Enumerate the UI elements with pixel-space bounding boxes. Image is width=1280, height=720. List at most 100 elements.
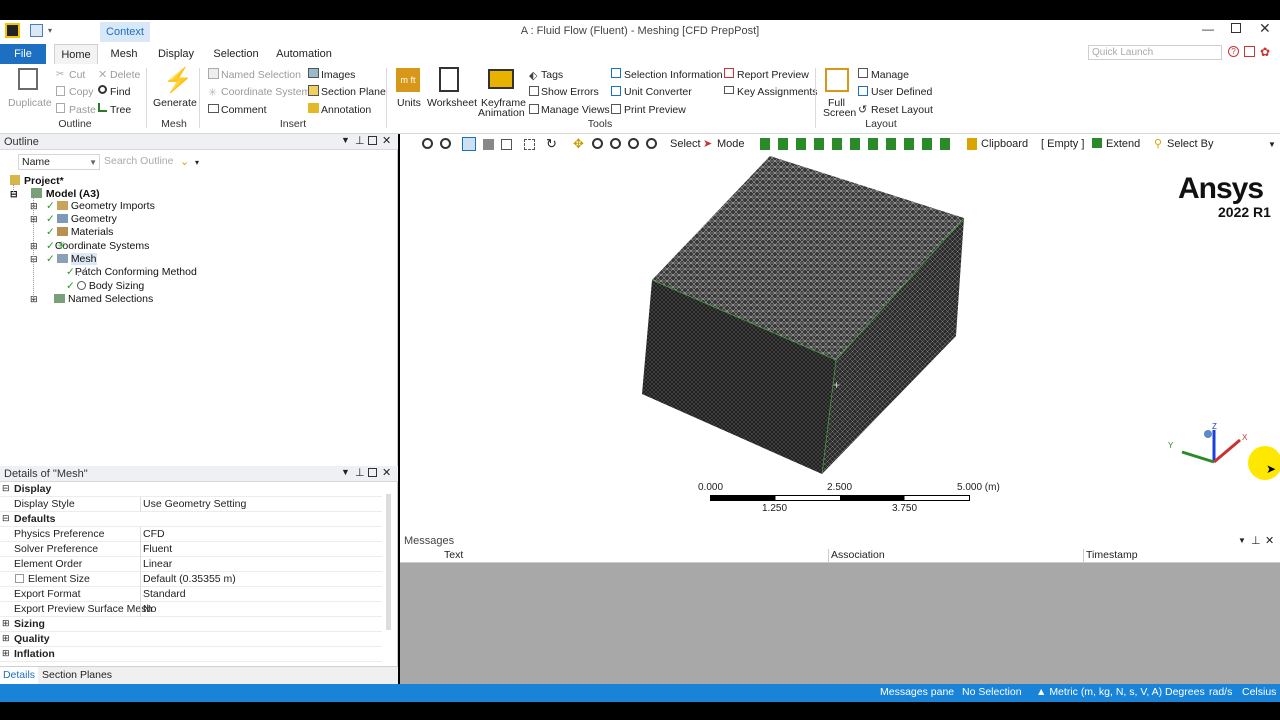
expand-icon[interactable]: ⊞: [2, 648, 10, 659]
category-sizing[interactable]: ⊞ Sizing: [0, 617, 382, 632]
column-association[interactable]: Association: [831, 549, 885, 561]
manage-views-button[interactable]: Manage Views: [541, 104, 610, 116]
tree-node-mesh[interactable]: ⊟ ✓ Mesh: [30, 253, 97, 266]
zoom-box-icon[interactable]: [610, 138, 621, 149]
maximize-icon[interactable]: [368, 136, 377, 145]
detail-row-physics-preference[interactable]: Physics Preference CFD: [0, 527, 382, 542]
zoom-out-icon[interactable]: [440, 138, 451, 149]
category-display[interactable]: ⊟ Display: [0, 482, 382, 497]
report-preview-button[interactable]: Report Preview: [737, 69, 809, 81]
status-rads[interactable]: rad/s: [1209, 686, 1232, 698]
tree-node-project[interactable]: Project*: [10, 174, 64, 187]
named-selection-button[interactable]: Named Selection: [221, 69, 301, 81]
magnifier-icon[interactable]: [646, 138, 657, 149]
mesh-block[interactable]: +: [400, 134, 1280, 534]
collapse-icon[interactable]: ⊟: [2, 513, 10, 524]
pan-icon[interactable]: ✥: [573, 136, 584, 152]
filter-icon[interactable]: ⌄: [180, 155, 189, 168]
zoom-fit-icon[interactable]: [628, 138, 639, 149]
mode-dropdown[interactable]: Mode: [717, 138, 745, 150]
settings-icon[interactable]: ✿: [1260, 45, 1270, 59]
outline-search-input[interactable]: Search Outline: [102, 154, 174, 170]
toolbar-overflow-icon[interactable]: ▼: [1268, 140, 1276, 149]
shaded-icon[interactable]: [462, 137, 476, 151]
rotate-icon[interactable]: ↻: [546, 136, 557, 152]
save-icon[interactable]: [30, 24, 43, 37]
key-assignments-button[interactable]: Key Assignments: [737, 86, 818, 98]
tree-node-patch-conforming[interactable]: ✓ ⋰ Patch Conforming Method: [66, 266, 197, 279]
qat-dropdown-icon[interactable]: ▾: [48, 26, 52, 35]
maximize-icon[interactable]: [368, 468, 377, 477]
close-pane-icon[interactable]: ✕: [382, 134, 391, 147]
close-button[interactable]: ✕: [1259, 20, 1271, 37]
context-tab[interactable]: Context: [100, 22, 150, 42]
copy-button[interactable]: Copy: [69, 86, 94, 98]
reset-layout-button[interactable]: Reset Layout: [871, 104, 933, 116]
axis-triad-icon[interactable]: Z Y X: [1164, 422, 1254, 482]
category-defaults[interactable]: ⊟ Defaults: [0, 512, 382, 527]
status-degrees[interactable]: Degrees: [1165, 686, 1205, 698]
duplicate-button[interactable]: Duplicate: [8, 97, 52, 109]
category-quality[interactable]: ⊞ Quality: [0, 632, 382, 647]
select-button[interactable]: Select: [670, 138, 701, 150]
selection-information-button[interactable]: Selection Information: [624, 69, 723, 81]
tab-mesh[interactable]: Mesh: [104, 44, 144, 64]
paste-button[interactable]: Paste: [69, 104, 96, 116]
expand-icon[interactable]: ⊞: [30, 214, 38, 225]
tree-node-geometry[interactable]: ⊞ ✓ Geometry: [30, 213, 117, 226]
user-defined-button[interactable]: User Defined: [871, 86, 932, 98]
status-messages-pane[interactable]: Messages pane: [880, 686, 954, 698]
tree-button[interactable]: Tree: [110, 104, 131, 116]
name-filter-dropdown[interactable]: Name ▼: [18, 154, 100, 170]
tab-file[interactable]: File: [0, 44, 46, 64]
tab-selection[interactable]: Selection: [208, 44, 264, 64]
details-scrollbar[interactable]: [386, 494, 391, 630]
annotation-button[interactable]: Annotation: [321, 104, 371, 116]
tab-display[interactable]: Display: [152, 44, 200, 64]
pane-menu-icon[interactable]: ▼: [341, 135, 350, 145]
print-preview-button[interactable]: Print Preview: [624, 104, 686, 116]
expand-icon[interactable]: ⊞: [30, 201, 38, 212]
edges-icon[interactable]: [501, 139, 512, 150]
expand-icon[interactable]: ⊞: [2, 618, 10, 629]
box-zoom-icon[interactable]: [524, 139, 535, 150]
tree-node-geometry-imports[interactable]: ⊞ ✓ Geometry Imports: [30, 200, 155, 213]
tree-node-body-sizing[interactable]: ✓ Body Sizing: [66, 280, 144, 293]
tags-button[interactable]: Tags: [541, 69, 563, 81]
filter-dropdown-icon[interactable]: ▾: [195, 158, 199, 167]
category-inflation[interactable]: ⊞ Inflation: [0, 647, 382, 662]
close-pane-icon[interactable]: ✕: [1265, 534, 1274, 547]
select-by-dropdown[interactable]: Select By: [1167, 138, 1213, 150]
minimize-button[interactable]: —: [1202, 22, 1214, 36]
collapse-icon[interactable]: ⊟: [30, 254, 38, 265]
tab-automation[interactable]: Automation: [272, 44, 336, 64]
zoom-icon[interactable]: [592, 138, 603, 149]
column-timestamp[interactable]: Timestamp: [1086, 549, 1138, 561]
manage-button[interactable]: Manage: [871, 69, 909, 81]
status-units[interactable]: ▲ Metric (m, kg, N, s, V, A): [1036, 686, 1162, 698]
selection-filter-icons[interactable]: [760, 138, 950, 150]
show-errors-button[interactable]: Show Errors: [541, 86, 599, 98]
expand-icon[interactable]: ⊞: [30, 241, 38, 252]
column-text[interactable]: Text: [444, 549, 463, 561]
restore-button[interactable]: [1231, 23, 1241, 33]
tab-section-planes[interactable]: Section Planes: [42, 667, 112, 684]
detail-row-element-order[interactable]: Element Order Linear: [0, 557, 382, 572]
detail-row-export-preview[interactable]: Export Preview Surface Mesh No: [0, 602, 382, 617]
worksheet-button[interactable]: Worksheet: [427, 97, 477, 109]
generate-button[interactable]: Generate: [153, 97, 197, 109]
units-button[interactable]: Units: [397, 97, 421, 109]
collapse-icon[interactable]: ⊟: [2, 483, 10, 494]
pin-icon[interactable]: ⊥: [355, 134, 365, 147]
find-button[interactable]: Find: [110, 86, 130, 98]
extend-dropdown[interactable]: Extend: [1106, 138, 1140, 150]
help-icon[interactable]: ?: [1228, 46, 1239, 57]
close-pane-icon[interactable]: ✕: [382, 466, 391, 479]
tab-home[interactable]: Home: [54, 44, 98, 64]
tree-node-coordinate-systems[interactable]: ⊞ ✓ ✳ Coordinate Systems: [30, 240, 149, 253]
pin-icon[interactable]: ⊥: [355, 466, 365, 479]
tree-node-named-selections[interactable]: ⊞ Named Selections: [30, 293, 153, 306]
comment-button[interactable]: Comment: [221, 104, 267, 116]
collapse-icon[interactable]: ⊟: [10, 189, 18, 200]
tree-node-model[interactable]: ⊟ Model (A3): [10, 187, 100, 200]
